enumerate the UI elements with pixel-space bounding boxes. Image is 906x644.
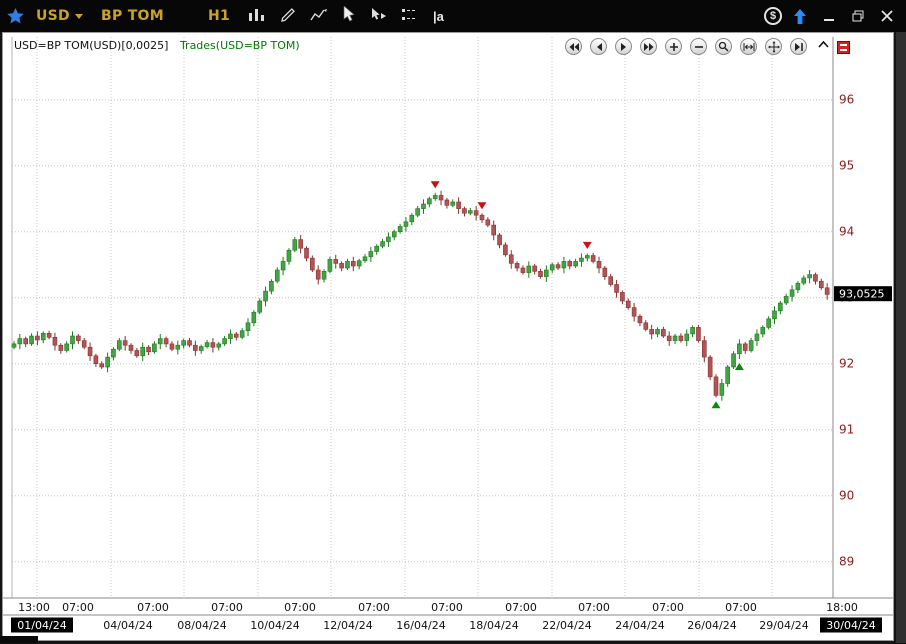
- zoom-in-icon: [669, 42, 679, 52]
- levels-icon: [402, 8, 418, 24]
- zoom-out-icon: [694, 42, 704, 52]
- nav-step-forward-button[interactable]: [615, 38, 632, 55]
- drawing-toolbar: |a: [246, 4, 446, 28]
- time-label: 07:00: [62, 601, 94, 614]
- date-label: 12/04/24: [323, 619, 372, 632]
- titlebar-right-cluster: $: [764, 6, 898, 26]
- time-label: 13:00: [18, 601, 50, 614]
- y-axis-label: 91: [839, 423, 854, 437]
- time-label: 07:00: [652, 601, 684, 614]
- rewind-icon: [568, 42, 580, 52]
- go-to-end-icon: [794, 42, 804, 52]
- sell-marker-icon: [478, 202, 487, 209]
- date-label: 29/04/24: [759, 619, 808, 632]
- chart-nav-toolbar: [565, 38, 807, 55]
- window-edge: [896, 32, 906, 643]
- date-label: 22/04/24: [542, 619, 591, 632]
- levels-button[interactable]: [400, 6, 420, 26]
- date-label: 16/04/24: [396, 619, 445, 632]
- close-button[interactable]: [876, 6, 898, 26]
- y-axis-label: 89: [839, 555, 854, 569]
- scroll-up-button[interactable]: [816, 37, 831, 51]
- time-label: 07:00: [284, 601, 316, 614]
- text-tool-button[interactable]: |a: [431, 7, 446, 26]
- date-label: 04/04/24: [103, 619, 152, 632]
- instrument-label: USD: [36, 8, 70, 24]
- chart-panel: 969594939291908913:0007:0007:0007:0007:0…: [2, 32, 894, 641]
- chart-bars-icon: [248, 8, 266, 25]
- y-axis-label: 92: [839, 357, 854, 371]
- cursor-button[interactable]: [341, 4, 358, 28]
- fit-width-icon: [743, 42, 755, 52]
- nav-fit-width-button[interactable]: [740, 38, 757, 55]
- date-label: 24/04/24: [615, 619, 664, 632]
- nav-move-button[interactable]: [765, 38, 782, 55]
- chart-plot-area[interactable]: 969594939291908913:0007:0007:0007:0007:0…: [3, 33, 893, 640]
- date-label: 18/04/24: [469, 619, 518, 632]
- text-tool-icon: |a: [433, 9, 444, 24]
- timeframe-selector[interactable]: H1: [208, 8, 230, 24]
- favorites-star-icon[interactable]: [7, 8, 24, 24]
- date-label: 08/04/24: [177, 619, 226, 632]
- date-label: 30/04/24: [826, 619, 875, 632]
- last-price-label: 93,0525: [839, 288, 885, 301]
- nav-go-to-end-button[interactable]: [790, 38, 807, 55]
- nav-zoom-out-button[interactable]: [690, 38, 707, 55]
- sell-marker-icon: [583, 242, 592, 249]
- nav-fast-forward-button[interactable]: [640, 38, 657, 55]
- buy-marker-icon: [712, 401, 721, 408]
- pencil-icon: [281, 8, 295, 25]
- step-forward-icon: [620, 42, 628, 52]
- nav-rewind-button[interactable]: [565, 38, 582, 55]
- time-label: 07:00: [725, 601, 757, 614]
- sell-marker-icon: [431, 181, 440, 188]
- y-axis-label: 96: [839, 93, 854, 107]
- cursor-mode-icon: [371, 8, 387, 25]
- nav-zoom-in-button[interactable]: [665, 38, 682, 55]
- fast-forward-icon: [643, 42, 655, 52]
- indicator-icon: [310, 8, 328, 25]
- magnifier-icon: [718, 41, 729, 52]
- time-label: 07:00: [505, 601, 537, 614]
- time-label: 07:00: [358, 601, 390, 614]
- orders-icon[interactable]: [837, 41, 850, 54]
- y-axis-label: 95: [839, 159, 854, 173]
- date-label: 10/04/24: [250, 619, 299, 632]
- move-icon: [768, 41, 780, 53]
- corner-artifact: [0, 636, 38, 643]
- time-label: 07:00: [211, 601, 243, 614]
- dollar-circle-icon[interactable]: $: [764, 7, 782, 25]
- time-label: 07:00: [431, 601, 463, 614]
- gridlines: [12, 37, 833, 598]
- restore-button[interactable]: [847, 6, 869, 26]
- minimize-button[interactable]: [818, 6, 840, 26]
- pencil-button[interactable]: [279, 6, 297, 27]
- instrument-selector[interactable]: USD: [36, 8, 83, 24]
- cursor-mode-button[interactable]: [369, 6, 389, 27]
- candlestick-series: [12, 191, 829, 401]
- buy-marker-icon: [735, 363, 744, 370]
- cursor-icon: [343, 6, 356, 26]
- nav-step-back-button[interactable]: [590, 38, 607, 55]
- chart-bars-button[interactable]: [246, 6, 268, 27]
- indicator-button[interactable]: [308, 6, 330, 27]
- nav-magnifier-button[interactable]: [715, 38, 732, 55]
- chevron-down-icon: [75, 14, 83, 19]
- date-label: 26/04/24: [687, 619, 736, 632]
- arrow-up-icon[interactable]: [789, 6, 811, 26]
- dollar-glyph: $: [770, 10, 776, 22]
- pair-label[interactable]: BP TOM: [101, 8, 164, 24]
- titlebar: USD BP TOM H1: [0, 0, 906, 32]
- step-back-icon: [595, 42, 603, 52]
- time-label: 07:00: [137, 601, 169, 614]
- date-label: 01/04/24: [17, 619, 66, 632]
- time-label: 07:00: [578, 601, 610, 614]
- y-axis-label: 90: [839, 489, 854, 503]
- y-axis-label: 94: [839, 225, 854, 239]
- time-label: 18:00: [826, 601, 858, 614]
